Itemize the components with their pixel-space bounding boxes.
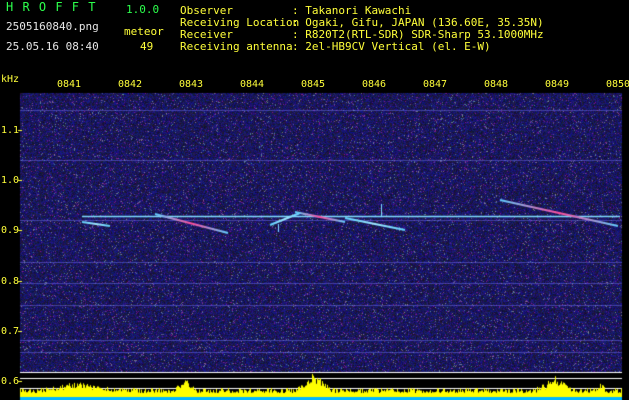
x-tick-0841: 0841 (57, 79, 82, 90)
spectrogram-display (0, 0, 629, 400)
y-tick-1.1: 1.1 (1, 125, 20, 136)
x-tick-0847: 0847 (423, 79, 448, 90)
x-tick-0843: 0843 (179, 79, 204, 90)
x-tick-0849: 0849 (545, 79, 570, 90)
x-tick-0848: 0848 (484, 79, 509, 90)
y-tick-0.8: 0.8 (1, 276, 20, 287)
x-tick-0842: 0842 (118, 79, 143, 90)
y-tick-0.6: 0.6 (1, 376, 20, 387)
meteor-count: 49 (140, 40, 154, 53)
x-tick-0850: 0850 (606, 79, 629, 90)
x-tick-0845: 0845 (301, 79, 326, 90)
y-tick-0.7: 0.7 (1, 326, 20, 337)
y-tick-1.0: 1.0 (1, 175, 20, 186)
date-time: 25.05.16 08:40 (6, 40, 99, 53)
app-version: 1.0.0 (126, 3, 160, 16)
y-unit-label: kHz (1, 74, 20, 85)
info-value-antenna: : 2el-HB9CV Vertical (el. E-W) (292, 40, 491, 53)
x-tick-0844: 0844 (240, 79, 265, 90)
meteor-label: meteor (124, 25, 164, 38)
app-logo: H R O F F T (6, 0, 97, 14)
y-tick-0.9: 0.9 (1, 225, 20, 236)
info-key-antenna: Receiving antenna (180, 40, 293, 53)
x-tick-0846: 0846 (362, 79, 387, 90)
file-name: 2505160840.png (6, 20, 99, 33)
